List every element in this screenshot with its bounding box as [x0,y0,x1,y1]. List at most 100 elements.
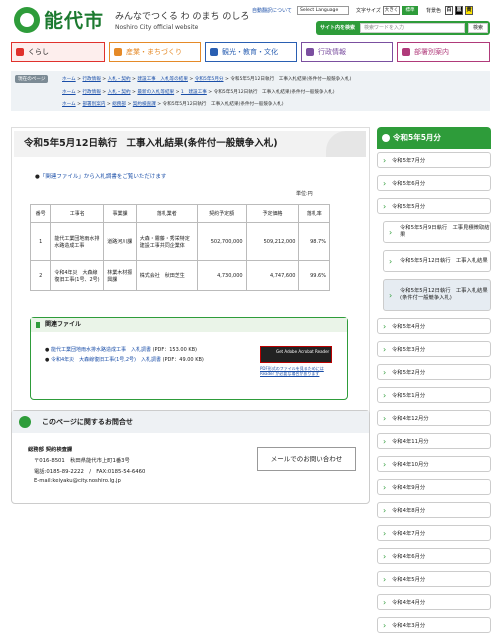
breadcrumb-label: 現在のページ [15,75,49,83]
site-catchphrase: みんなでつくる わ のまち のしろ [115,12,250,22]
site-header: 能代市 みんなでつくる わ のまち のしろ Noshiro City offic… [0,0,500,44]
column-header: 契約予定額 [196,204,247,223]
sidebar-item[interactable]: 令和4年3月分 [377,617,491,633]
breadcrumb-link[interactable]: 部署別案内 [82,102,105,107]
inquiry-email: E-mail:keiyaku@city.noshiro.lg.jp [34,478,121,484]
inquiry-dept: 総務部 契約検査課 [28,447,73,453]
breadcrumb-link[interactable]: ホーム [62,77,76,82]
bg-yellow-button[interactable]: 黄 [465,6,473,15]
sidebar-item[interactable]: 令和4年7月分 [377,525,491,541]
global-nav: くらし 産業・まちづくり 観光・教育・文化 行政情報 部署別案内 [11,42,490,62]
table-row: 1 能代工業団地雨水排水路造成工事 道路河川課 大森・霧藤・秀栄特定建設工事共同… [29,222,330,261]
breadcrumb-link[interactable]: 入札・契約 [108,90,131,95]
column-header: 落札率 [298,204,330,223]
search-input[interactable]: 検索ワードを入力 [360,23,465,33]
site-logo-text[interactable]: 能代市 [44,6,104,33]
sidebar-item[interactable]: 令和5年1月分 [377,387,491,403]
breadcrumb-current: 令和5年5月12日執行 工事入札結果(条件付一般競争入札) [230,77,352,82]
breadcrumb-link[interactable]: 最新の入札等結果 [137,90,174,95]
sidebar-item[interactable]: 令和4年4月分 [377,594,491,610]
breadcrumb-link[interactable]: ホーム [62,90,76,95]
acrobat-note-link[interactable]: PDF形式のファイルを見るためにはReader が必要な場合があります [260,366,336,376]
table-cell: 509,212,000 [245,222,300,261]
intro-text: ●「関連ファイル」から入札調書をご覧いただけます [35,174,167,180]
breadcrumb-link[interactable]: 1 建設工事 [181,90,207,95]
breadcrumb-link[interactable]: 行政情報 [82,90,100,95]
sidebar-item[interactable]: 令和4年8月分 [377,502,491,518]
sidebar-item[interactable]: 令和5年5月分 [377,198,491,214]
table-cell: 4,730,000 [196,260,247,291]
bg-color-label: 背景色 [426,8,442,14]
breadcrumb-link[interactable]: 総務部 [112,102,126,107]
column-header: 予定価格 [245,204,300,223]
table-header-row: 番号 工事名 事業課 落札業者 契約予定額 予定価格 落札率 [29,204,330,223]
sidebar-item[interactable]: 令和4年11月分 [377,433,491,449]
related-file-link[interactable]: 令和4年災 大森線復旧工事(1号,2号) 入札調書 [51,357,161,363]
breadcrumb-link[interactable]: 契約検査課 [133,102,156,107]
table-cell: 道路河川課 [103,222,137,261]
building-icon [306,48,314,56]
breadcrumb-link[interactable]: 令和5年5月分 [195,77,224,82]
language-select[interactable]: Select Language [297,6,349,15]
inquiry-phone: 電話:0185-89-2222 / FAX:0185-54-6460 [34,469,146,475]
column-header: 工事名 [50,204,105,223]
gnav-item-industry[interactable]: 産業・まちづくり [109,42,201,62]
site-subtitle: Noshiro City official website [115,24,199,31]
table-cell: 1 [29,222,52,261]
table-cell: 株式会社 秋田芝生 [135,260,198,291]
site-search-label: サイト内を検索 [320,25,356,31]
page-title: 令和5年5月12日執行 工事入札結果(条件付一般競争入札) [14,131,366,157]
related-file-link[interactable]: 能代工業団地雨水排水路造成工事 入札調書 [51,347,151,353]
text-size-standard-button[interactable]: 標準 [402,6,418,15]
file-size: (PDF：153.00 KB) [152,347,197,353]
sidebar-item[interactable]: 令和4年12月分 [377,410,491,426]
acrobat-banner-text: Get Adobe Acrobat Reader [276,349,330,354]
related-file-item: ● 能代工業団地雨水排水路造成工事 入札調書 (PDF：153.00 KB) [45,347,197,353]
camera-icon [210,48,218,56]
sidebar-item[interactable]: 令和4年10月分 [377,456,491,472]
sidebar-item[interactable]: 令和5年5月12日執行 工事入札結果 [383,250,491,272]
text-size-large-button[interactable]: 大きく [383,6,400,15]
column-header: 落札業者 [135,204,198,223]
phone-icon [19,416,31,428]
text-size-label: 文字サイズ [356,8,381,14]
related-file-item: ● 令和4年災 大森線復旧工事(1号,2号) 入札調書 (PDF：49.00 K… [45,357,204,363]
sidebar-item[interactable]: 令和4年6月分 [377,548,491,564]
sidebar-item[interactable]: 令和5年4月分 [377,318,491,334]
breadcrumb-link[interactable]: ホーム [62,102,76,107]
breadcrumb-current: 令和5年5月12日執行 工事入札結果(条件付一般競争入札) [213,90,335,95]
bg-white-button[interactable]: 白 [445,6,453,15]
breadcrumb-link[interactable]: 建設工事 入札等の結果 [137,77,188,82]
sidebar-item[interactable]: 令和5年6月分 [377,175,491,191]
sidebar-item[interactable]: 令和5年7月分 [377,152,491,168]
sidebar-item[interactable]: 令和5年2月分 [377,364,491,380]
inquiry-title: このページに関するお問合せ [12,411,369,433]
sidebar-item[interactable]: 令和5年5月12日執行 工事入札結果(条件付一般競争入札) [383,279,491,311]
city-logo-icon[interactable] [14,7,40,33]
results-table: 番号 工事名 事業課 落札業者 契約予定額 予定価格 落札率 1 能代工業団地雨… [29,204,330,291]
table-cell: 令和4年災 大森線復旧工事(1号、2号) [50,260,105,291]
sidebar-item[interactable]: 令和4年5月分 [377,571,491,587]
home-icon [16,48,24,56]
auto-translate-link[interactable]: 自動翻訳について [252,7,292,14]
table-cell: 2 [29,260,52,291]
gnav-item-admin[interactable]: 行政情報 [301,42,393,62]
breadcrumb-line-1: ホーム > 行政情報 > 入札・契約 > 建設工事 入札等の結果 > 令和5年5… [62,77,352,82]
table-cell: 能代工業団地雨水排水路造成工事 [50,222,105,261]
table-cell: 4,747,600 [245,260,300,291]
bg-black-button[interactable]: 黒 [455,6,463,15]
search-button[interactable]: 検索 [468,23,488,33]
unit-label: 単位:円 [296,191,313,197]
gnav-item-departments[interactable]: 部署別案内 [397,42,490,62]
file-size: (PDF：49.00 KB) [162,357,204,363]
gnav-item-life[interactable]: くらし [11,42,105,62]
breadcrumb-link[interactable]: 行政情報 [82,77,100,82]
sidebar-item[interactable]: 令和4年9月分 [377,479,491,495]
intro-link[interactable]: 「関連ファイル」から入札調書をご覧いただけます [40,174,167,180]
breadcrumb-link[interactable]: 入札・契約 [108,77,131,82]
mail-inquiry-button[interactable]: メールでのお問い合わせ [257,447,356,471]
sidebar-item[interactable]: 令和5年5月9日執行 工事見積徴取結果 [383,221,491,243]
gnav-item-tourism[interactable]: 観光・教育・文化 [205,42,297,62]
sidebar-item[interactable]: 令和5年3月分 [377,341,491,357]
table-cell: 98.7% [298,222,330,261]
